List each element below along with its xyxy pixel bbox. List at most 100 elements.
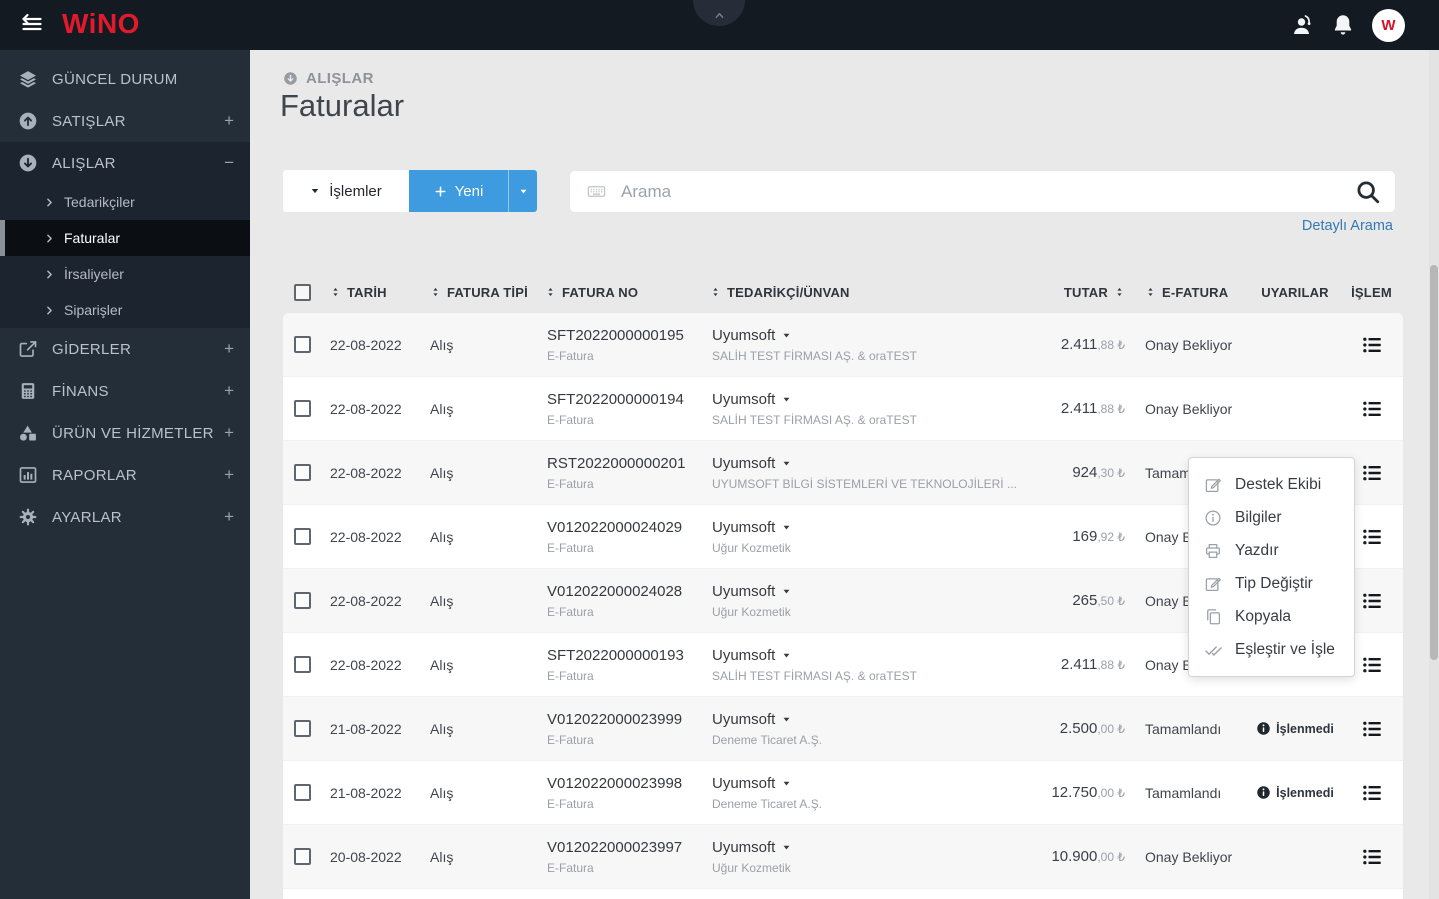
cell-date: 22-08-2022: [330, 400, 402, 417]
sidebar-item-urun-ve-hizmetler[interactable]: ÜRÜN VE HİZMETLER +: [0, 412, 250, 454]
caret-down-icon: [519, 187, 528, 196]
collapse-header-button[interactable]: [693, 0, 745, 26]
supplier-dropdown[interactable]: Uyumsoft: [712, 647, 1020, 664]
row-checkbox-cell: [283, 656, 320, 673]
list-icon: [1361, 462, 1383, 484]
row-actions-button[interactable]: [1361, 334, 1383, 356]
row-actions-button[interactable]: [1361, 782, 1383, 804]
sidebar-subitem-tedarikciler[interactable]: Tedarikçiler: [0, 184, 250, 220]
sidebar-subitem-siparisler[interactable]: Siparişler: [0, 292, 250, 328]
sidebar-subitem-faturalar[interactable]: Faturalar: [0, 220, 250, 256]
column-header[interactable]: TUTAR: [1020, 285, 1135, 300]
row-actions-button[interactable]: [1361, 462, 1383, 484]
column-header[interactable]: FATURA NO: [535, 285, 700, 300]
supplier-dropdown[interactable]: Uyumsoft: [712, 839, 1020, 856]
islemler-button[interactable]: İşlemler: [283, 170, 409, 212]
sidebar-item-raporlar[interactable]: RAPORLAR +: [0, 454, 250, 496]
yeni-dropdown-button[interactable]: [508, 170, 537, 212]
invoice-number: SFT2022000000193: [547, 646, 684, 664]
row-checkbox-cell: [283, 784, 320, 801]
list-icon: [1361, 334, 1383, 356]
expander-icon: +: [224, 507, 234, 526]
detail-search-link[interactable]: Detaylı Arama: [1302, 218, 1393, 234]
notifications-button[interactable]: [1331, 13, 1355, 37]
sidebar-item-giderler[interactable]: GİDERLER +: [0, 328, 250, 370]
context-menu-item-kopyala[interactable]: Kopyala: [1189, 600, 1354, 633]
supplier-dropdown[interactable]: Uyumsoft: [712, 775, 1020, 792]
column-header[interactable]: UYARILAR: [1250, 285, 1340, 300]
row-checkbox[interactable]: [294, 336, 311, 353]
cell-actions: [1340, 718, 1403, 740]
context-menu-item-bilgiler[interactable]: Bilgiler: [1189, 501, 1354, 534]
sidebar-item-guncel-durum[interactable]: GÜNCEL DURUM: [0, 58, 250, 100]
menu-toggle-button[interactable]: [12, 12, 50, 39]
yeni-button[interactable]: Yeni: [409, 170, 508, 212]
row-checkbox[interactable]: [294, 784, 311, 801]
column-header[interactable]: TARİH: [320, 285, 420, 300]
list-icon: [1361, 846, 1383, 868]
select-all-checkbox[interactable]: [294, 283, 311, 301]
search-button[interactable]: [1355, 179, 1381, 205]
row-checkbox[interactable]: [294, 592, 311, 609]
row-checkbox[interactable]: [294, 528, 311, 545]
row-checkbox[interactable]: [294, 464, 311, 481]
supplier-dropdown[interactable]: Uyumsoft: [712, 519, 1020, 536]
row-actions-button[interactable]: [1361, 718, 1383, 740]
cell-invoice-no: V012022000023999 E-Fatura: [535, 711, 700, 747]
context-menu-item-yazdir[interactable]: Yazdır: [1189, 534, 1354, 567]
context-menu-item-destek-ekibi[interactable]: Destek Ekibi: [1189, 468, 1354, 501]
avatar[interactable]: W: [1372, 8, 1405, 42]
support-button[interactable]: [1290, 13, 1314, 37]
sidebar-subitem-label: Tedarikçiler: [64, 194, 135, 210]
row-actions-button[interactable]: [1361, 590, 1383, 612]
supplier-dropdown[interactable]: Uyumsoft: [712, 391, 1020, 408]
supplier-dropdown[interactable]: Uyumsoft: [712, 455, 1020, 472]
context-menu-item-label: Yazdır: [1235, 541, 1279, 559]
invoice-kind: E-Fatura: [547, 348, 594, 363]
column-header-label: TEDARİKÇİ/ÜNVAN: [727, 284, 850, 300]
row-checkbox[interactable]: [294, 400, 311, 417]
warning-badge: İşlenmedi: [1256, 721, 1334, 736]
column-header-label: TUTAR: [1063, 284, 1108, 300]
supplier-dropdown[interactable]: Uyumsoft: [712, 327, 1020, 344]
column-header[interactable]: TEDARİKÇİ/ÜNVAN: [700, 285, 1020, 300]
context-menu-item-tip-degistir[interactable]: Tip Değiştir: [1189, 567, 1354, 600]
supplier-dropdown[interactable]: Uyumsoft: [712, 711, 1020, 728]
caret-down-icon: [782, 843, 791, 852]
search-input[interactable]: [621, 181, 1355, 202]
cell-efatura-status: Tamamlandı: [1145, 720, 1222, 737]
row-actions-button[interactable]: [1361, 846, 1383, 868]
cell-date: 22-08-2022: [330, 656, 402, 673]
column-header[interactable]: FATURA TİPİ: [420, 285, 535, 300]
cell-efatura-status: Tamamlandı: [1145, 784, 1222, 801]
scrollbar-thumb[interactable]: [1430, 265, 1438, 660]
invoice-row: 20-08-2022 Alış V012022000023997 E-Fatur…: [283, 825, 1403, 889]
invoice-number: V012022000024028: [547, 582, 683, 600]
expander-icon: +: [224, 381, 234, 400]
scrollbar-track[interactable]: [1429, 50, 1439, 899]
supplier-dropdown[interactable]: Uyumsoft: [712, 583, 1020, 600]
row-actions-button[interactable]: [1361, 654, 1383, 676]
sidebar-item-ayarlar[interactable]: AYARLAR +: [0, 496, 250, 538]
row-actions-button[interactable]: [1361, 526, 1383, 548]
cell-invoice-type: Alış: [430, 528, 454, 545]
row-checkbox[interactable]: [294, 656, 311, 673]
caret-down-icon: [782, 715, 791, 724]
column-header[interactable]: E-FATURA: [1135, 285, 1250, 300]
sidebar-subitem-irsaliyeler[interactable]: İrsaliyeler: [0, 256, 250, 292]
invoice-kind: E-Fatura: [547, 412, 594, 427]
invoice-row: 21-08-2022 Alış V012022000023999 E-Fatur…: [283, 697, 1403, 761]
sidebar-item-satislar[interactable]: SATIŞLAR +: [0, 100, 250, 142]
app-logo[interactable]: WiNO: [62, 8, 140, 40]
row-checkbox[interactable]: [294, 848, 311, 865]
context-menu-item-label: Tip Değiştir: [1235, 574, 1313, 592]
row-checkbox[interactable]: [294, 720, 311, 737]
sidebar-item-finans[interactable]: FİNANS +: [0, 370, 250, 412]
column-header-label: İŞLEM: [1351, 284, 1392, 300]
column-header[interactable]: İŞLEM: [1340, 285, 1403, 300]
context-menu-item-eslestir-ve-isle[interactable]: Eşleştir ve İşle: [1189, 633, 1354, 666]
sidebar: GÜNCEL DURUM SATIŞLAR + ALIŞLAR − Tedari…: [0, 50, 250, 899]
row-actions-button[interactable]: [1361, 398, 1383, 420]
row-checkbox-cell: [283, 400, 320, 417]
sidebar-item-alislar[interactable]: ALIŞLAR −: [0, 142, 250, 184]
